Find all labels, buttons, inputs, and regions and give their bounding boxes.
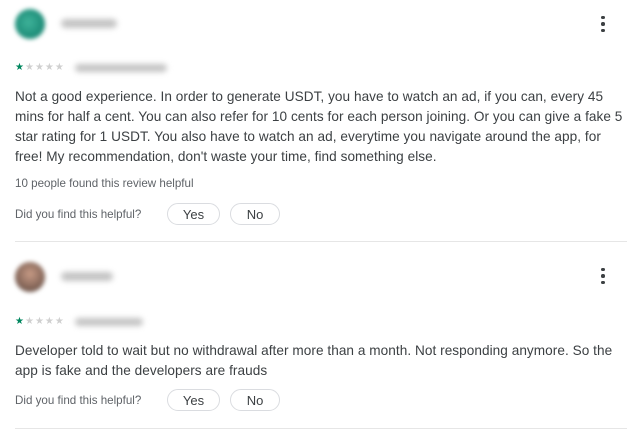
reviewer-name-redacted bbox=[61, 19, 117, 28]
reviews-page: ★ ★ ★ ★ ★ Not a good experience. In orde… bbox=[0, 0, 640, 438]
no-button[interactable]: No bbox=[230, 389, 280, 411]
reviewer-name-redacted bbox=[61, 272, 113, 281]
helpful-question: Did you find this helpful? bbox=[15, 207, 142, 221]
review-text: Not a good experience. In order to gener… bbox=[15, 89, 623, 164]
star-icon: ★ bbox=[54, 62, 64, 73]
star-icon: ★ bbox=[15, 316, 24, 327]
divider bbox=[15, 428, 627, 429]
more-vert-icon bbox=[601, 267, 605, 272]
more-vert-icon bbox=[601, 15, 605, 20]
star-icon: ★ bbox=[24, 62, 34, 73]
yes-button[interactable]: Yes bbox=[167, 203, 220, 225]
helpful-vote-row: Did you find this helpful? Yes No bbox=[15, 203, 280, 225]
avatar bbox=[15, 262, 45, 292]
yes-button[interactable]: Yes bbox=[167, 389, 220, 411]
more-options-button[interactable] bbox=[591, 12, 615, 36]
helpful-vote-row: Did you find this helpful? Yes No bbox=[15, 389, 280, 411]
review-card: ★ ★ ★ ★ ★ Not a good experience. In orde… bbox=[15, 0, 627, 241]
star-icon: ★ bbox=[15, 62, 24, 73]
star-icon: ★ bbox=[54, 316, 64, 327]
star-icon: ★ bbox=[34, 316, 44, 327]
star-icon: ★ bbox=[44, 62, 54, 73]
no-button[interactable]: No bbox=[230, 203, 280, 225]
star-icon: ★ bbox=[24, 316, 34, 327]
star-icon: ★ bbox=[44, 316, 54, 327]
review-date-redacted bbox=[74, 64, 167, 72]
star-rating: ★ ★ ★ ★ ★ bbox=[15, 63, 167, 73]
star-rating: ★ ★ ★ ★ ★ bbox=[15, 317, 143, 327]
star-icon: ★ bbox=[34, 62, 44, 73]
helpful-count: 10 people found this review helpful bbox=[15, 177, 194, 190]
review-text: Developer told to wait but no withdrawal… bbox=[15, 343, 613, 378]
review-card: ★ ★ ★ ★ ★ Developer told to wait but no … bbox=[15, 242, 627, 428]
review-date-redacted bbox=[74, 318, 143, 326]
helpful-question: Did you find this helpful? bbox=[15, 393, 142, 407]
more-options-button[interactable] bbox=[591, 264, 615, 288]
avatar bbox=[15, 9, 45, 39]
